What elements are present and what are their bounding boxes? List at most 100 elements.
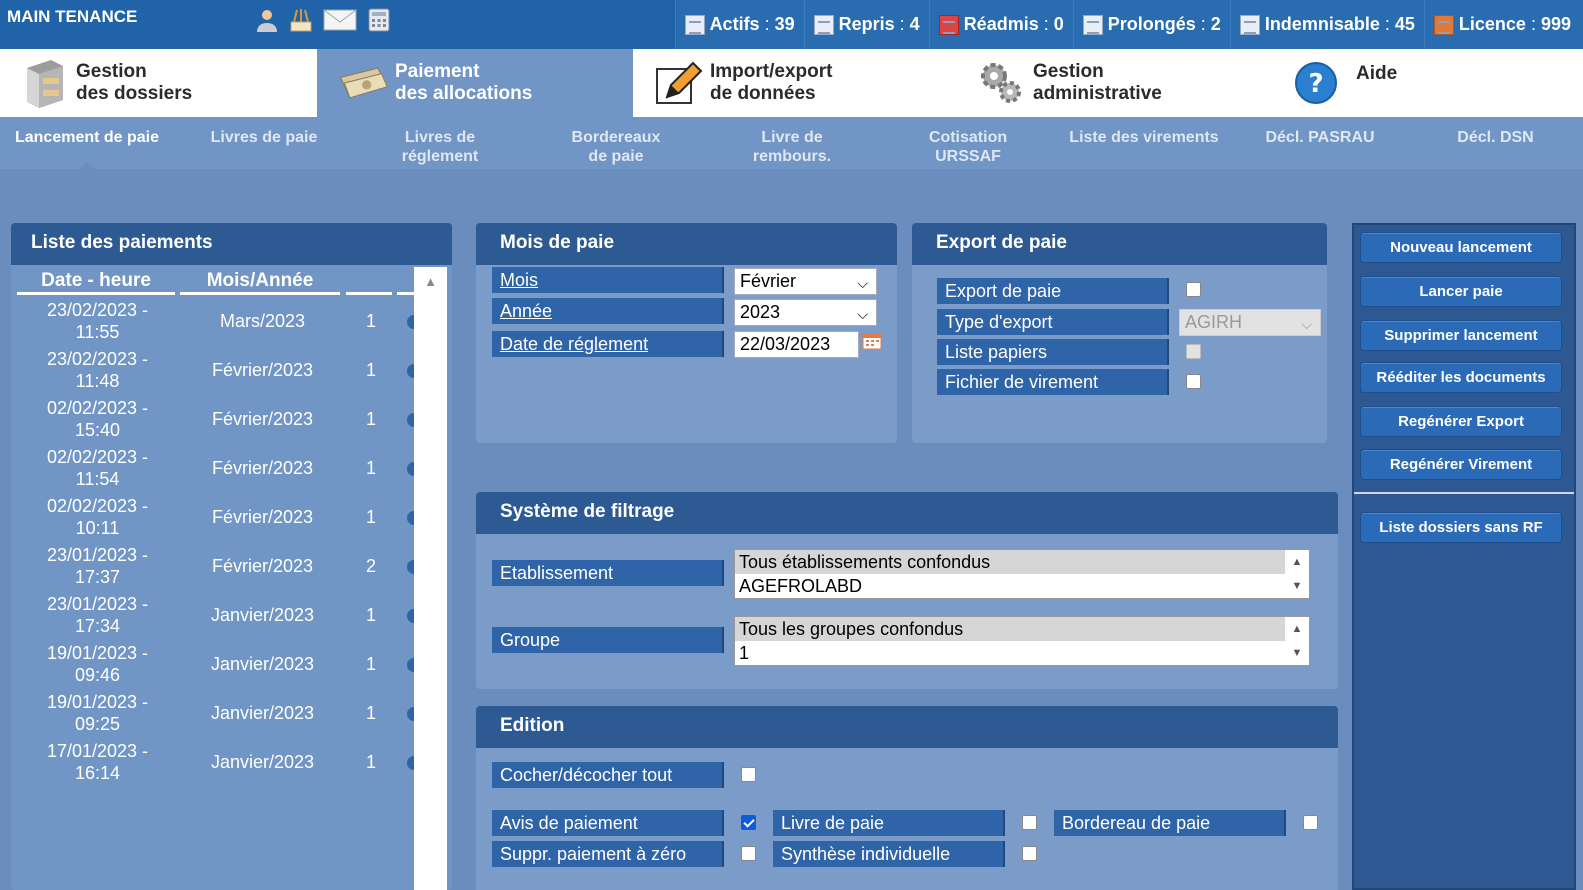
avis-paiement-label: Avis de paiement (492, 810, 724, 836)
tab-livre-de-rembours[interactable]: Livre de rembours. (704, 117, 880, 169)
table-row[interactable]: 23/02/2023 -11:48 Février/2023 1 (15, 346, 415, 395)
stat-indemnisable[interactable]: Indemnisable:45 (1229, 0, 1424, 49)
scroll-up-icon[interactable]: ▲ (1285, 550, 1309, 574)
row-datetime: 02/02/2023 -11:54 (15, 446, 180, 490)
stat-actifs[interactable]: Actifs:39 (674, 0, 804, 49)
date-reglement-input[interactable]: 22/03/2023 (734, 331, 859, 358)
table-row[interactable]: 02/02/2023 -11:54 Février/2023 1 (15, 444, 415, 493)
menu-paiement-allocations[interactable]: Paiement des allocations (317, 49, 633, 117)
groupe-listbox[interactable]: Tous les groupes confondus 1 ▲ ▼ (734, 616, 1310, 666)
table-row[interactable]: 17/01/2023 -16:14 Janvier/2023 1 (15, 738, 415, 787)
bordereau-paie-checkbox[interactable] (1303, 815, 1318, 830)
menu-gestion-dossiers[interactable]: Gestion des dossiers (18, 49, 314, 117)
livre-paie-checkbox[interactable] (1022, 815, 1037, 830)
liste-dossiers-sans-rf-button[interactable]: Liste dossiers sans RF (1360, 512, 1562, 543)
tab-livres-de-reglement[interactable]: Livres de réglement (352, 117, 528, 169)
suppr-zero-checkbox[interactable] (741, 846, 756, 861)
mois-label[interactable]: Mois (492, 267, 724, 293)
list-option[interactable]: 1 (735, 641, 1309, 665)
date-reglement-label[interactable]: Date de réglement (492, 331, 724, 357)
table-row[interactable]: 02/02/2023 -10:11 Février/2023 1 (15, 493, 415, 542)
table-row[interactable]: 19/01/2023 -09:25 Janvier/2023 1 (15, 689, 415, 738)
row-date: 19/01/2023 - (46, 692, 149, 712)
column-header-date[interactable]: Date - heure (17, 267, 175, 295)
liste-papiers-label: Liste papiers (937, 339, 1169, 365)
liste-papiers-checkbox[interactable] (1186, 344, 1201, 359)
stat-licence[interactable]: Licence:999 (1423, 0, 1583, 49)
app-title: MAIN TENANCE (7, 7, 138, 26)
scroll-down-icon[interactable]: ▼ (1285, 641, 1309, 665)
regenerer-export-button[interactable]: Regénérer Export (1360, 406, 1562, 437)
row-month: Février/2023 (211, 360, 314, 380)
menu-label: Aide (1356, 63, 1398, 84)
table-row[interactable]: 02/02/2023 -15:40 Février/2023 1 (15, 395, 415, 444)
row-count: 1 (365, 654, 376, 674)
reediter-documents-button[interactable]: Rééditer les documents (1360, 362, 1562, 393)
user-icon[interactable] (254, 7, 280, 33)
table-row[interactable]: 23/02/2023 -11:55 Mars/2023 1 (15, 297, 415, 346)
tab-cotisation-urssaf[interactable]: Cotisation URSSAF (880, 117, 1056, 169)
type-export-select[interactable]: AGIRH ⌵ (1179, 309, 1321, 336)
column-header-month[interactable]: Mois/Année (180, 267, 340, 295)
regenerer-virement-button[interactable]: Regénérer Virement (1360, 449, 1562, 480)
column-header-action (397, 267, 415, 295)
tab-livres-de-paie[interactable]: Livres de paie (176, 117, 352, 169)
menu-gestion-administrative[interactable]: Gestion administrative (975, 49, 1265, 117)
row-date: 23/01/2023 - (46, 545, 149, 565)
etablissement-listbox[interactable]: Tous établissements confondus AGEFROLABD… (734, 549, 1310, 599)
annee-label[interactable]: Année (492, 298, 724, 324)
row-month: Février/2023 (211, 409, 314, 429)
toggle-all-checkbox[interactable] (741, 767, 756, 782)
listbox-scrollbar[interactable]: ▲ ▼ (1285, 550, 1309, 598)
row-time: 17:34 (74, 616, 121, 636)
row-count: 1 (365, 360, 376, 380)
stat-repris[interactable]: Repris:4 (803, 0, 929, 49)
fichier-virement-checkbox[interactable] (1186, 374, 1201, 389)
row-time: 09:25 (74, 714, 121, 734)
menu-label: Gestion administrative (1033, 61, 1162, 104)
svg-text:?: ? (1308, 69, 1323, 99)
row-time: 09:46 (74, 665, 121, 685)
payments-title: Liste des paiements (11, 223, 452, 265)
stat-prolonges[interactable]: Prolongés:2 (1072, 0, 1230, 49)
mois-select[interactable]: Février ⌵ (734, 268, 877, 295)
tools-icon[interactable] (288, 7, 314, 33)
calculator-icon[interactable] (366, 7, 392, 33)
tab-lancement-de-paie[interactable]: Lancement de paie (0, 117, 174, 169)
calendar-icon[interactable] (862, 332, 882, 350)
avis-paiement-checkbox[interactable] (741, 815, 756, 830)
column-header-count[interactable] (346, 267, 392, 295)
list-option[interactable]: Tous établissements confondus (735, 550, 1309, 574)
stat-readmis[interactable]: Réadmis:0 (928, 0, 1073, 49)
synthese-checkbox[interactable] (1022, 846, 1037, 861)
list-option[interactable]: Tous les groupes confondus (735, 617, 1309, 641)
menu-aide[interactable]: ? Aide (1290, 49, 1570, 117)
row-month: Février/2023 (211, 458, 314, 478)
table-row[interactable]: 19/01/2023 -09:46 Janvier/2023 1 (15, 640, 415, 689)
scroll-up-icon[interactable]: ▲ (414, 267, 447, 297)
list-option[interactable]: AGEFROLABD (735, 574, 1309, 598)
export-checkbox[interactable] (1186, 282, 1201, 297)
scroll-up-icon[interactable]: ▲ (1285, 617, 1309, 641)
nouveau-lancement-button[interactable]: Nouveau lancement (1360, 232, 1562, 263)
menu-import-export[interactable]: Import/export de données (652, 49, 948, 117)
row-count: 1 (365, 703, 376, 723)
tab-decl-pasrau[interactable]: Décl. PASRAU (1232, 117, 1408, 169)
suppr-zero-label: Suppr. paiement à zéro (492, 841, 724, 867)
supprimer-lancement-button[interactable]: Supprimer lancement (1360, 320, 1562, 351)
divider (1354, 492, 1574, 494)
table-row[interactable]: 23/01/2023 -17:34 Janvier/2023 1 (15, 591, 415, 640)
annee-select[interactable]: 2023 ⌵ (734, 299, 877, 326)
table-row[interactable]: 23/01/2023 -17:37 Février/2023 2 (15, 542, 415, 591)
lancer-paie-button[interactable]: Lancer paie (1360, 276, 1562, 307)
tab-bordereaux-de-paie[interactable]: Bordereaux de paie (528, 117, 704, 169)
row-date: 19/01/2023 - (46, 643, 149, 663)
scroll-down-icon[interactable]: ▼ (1285, 574, 1309, 598)
tab-decl-dsn[interactable]: Décl. DSN (1408, 117, 1583, 169)
mail-icon[interactable] (322, 7, 358, 33)
payments-scrollbar[interactable]: ▲ (414, 267, 447, 890)
export-label: Export de paie (937, 278, 1169, 304)
tab-liste-des-virements[interactable]: Liste des virements (1056, 117, 1232, 169)
listbox-scrollbar[interactable]: ▲ ▼ (1285, 617, 1309, 665)
bordereau-paie-label: Bordereau de paie (1054, 810, 1286, 836)
